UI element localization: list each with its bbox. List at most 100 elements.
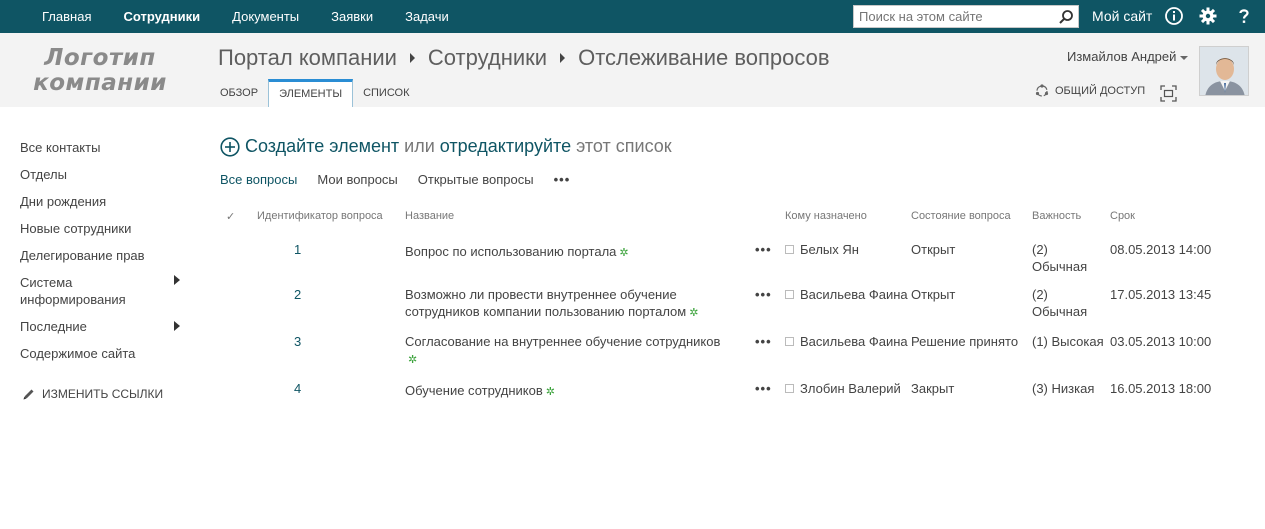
assigned-to[interactable]: Белых Ян — [800, 242, 859, 257]
view-selector: Все вопросы Мои вопросы Открытые вопросы… — [220, 172, 590, 187]
breadcrumb-separator-icon — [409, 53, 415, 63]
chevron-right-icon[interactable] — [174, 275, 180, 285]
view-all-issues[interactable]: Все вопросы — [220, 172, 297, 187]
edit-links-button[interactable]: ИЗМЕНИТЬ ССЫЛКИ — [22, 387, 163, 401]
assigned-to[interactable]: Злобин Валерий — [800, 381, 901, 396]
company-logo[interactable]: Логотип компании — [30, 46, 170, 96]
select-all-check-icon[interactable]: ✓ — [220, 208, 257, 228]
issue-id[interactable]: 3 — [257, 334, 301, 349]
table-row[interactable]: 1 Вопрос по использованию портала ✲ ••• Б… — [220, 228, 1220, 275]
issue-title[interactable]: Возможно ли провести внутреннее обучение… — [405, 287, 686, 319]
quick-launch: Все контакты Отделы Дни рождения Новые с… — [20, 139, 190, 372]
issue-status: Закрыт — [911, 381, 955, 396]
issue-id[interactable]: 4 — [257, 381, 301, 396]
more-views-icon[interactable]: ••• — [554, 172, 571, 187]
issue-priority: (1) Высокая — [1032, 334, 1104, 349]
top-nav-item-employees[interactable]: Сотрудники — [107, 9, 216, 24]
issue-id[interactable]: 2 — [257, 287, 301, 302]
help-icon[interactable] — [1234, 6, 1254, 26]
assigned-to[interactable]: Васильева Фаина — [800, 334, 908, 349]
top-nav-item-tasks[interactable]: Задачи — [389, 9, 465, 24]
focus-mode-icon[interactable] — [1160, 85, 1177, 102]
issue-title[interactable]: Вопрос по использованию портала — [405, 244, 616, 259]
new-item-link[interactable]: Создайте элемент — [245, 136, 399, 157]
pencil-icon — [23, 389, 34, 399]
share-button[interactable]: ОБЩИЙ ДОСТУП — [1035, 84, 1145, 98]
nav-item-recent[interactable]: Последние — [20, 318, 190, 335]
new-item-icon: ✲ — [689, 307, 699, 319]
nav-item-all-contacts[interactable]: Все контакты — [20, 139, 190, 156]
column-header-priority[interactable]: Важность — [1032, 208, 1110, 228]
list-text: этот список — [576, 136, 672, 156]
avatar[interactable] — [1199, 46, 1249, 96]
breadcrumb-employees[interactable]: Сотрудники — [428, 45, 547, 71]
nav-item-new-employees[interactable]: Новые сотрудники — [20, 220, 190, 237]
new-item-icon: ✲ — [545, 386, 555, 398]
issue-priority: (3) Низкая — [1032, 381, 1095, 396]
presence-icon — [785, 384, 794, 394]
issue-title[interactable]: Согласование на внутреннее обучение сотр… — [405, 334, 720, 349]
top-nav-item-home[interactable]: Главная — [26, 9, 107, 24]
chevron-right-icon[interactable] — [174, 321, 180, 331]
row-menu-icon[interactable]: ••• — [755, 287, 772, 302]
issue-due: 16.05.2013 18:00 — [1110, 381, 1212, 396]
table-row[interactable]: 4 Обучение сотрудников ✲ ••• Злобин Валер… — [220, 369, 1220, 401]
share-label: ОБЩИЙ ДОСТУП — [1055, 85, 1146, 97]
tab-list[interactable]: СПИСОК — [353, 79, 419, 107]
issue-priority: (2) Обычная — [1032, 287, 1088, 319]
my-site-link[interactable]: Мой сайт — [1092, 8, 1152, 24]
row-menu-icon[interactable]: ••• — [755, 381, 772, 396]
issue-status: Решение принято — [911, 334, 1019, 349]
column-header-due[interactable]: Срок — [1110, 208, 1220, 228]
issue-due: 17.05.2013 13:45 — [1110, 287, 1212, 302]
new-item-bar: Создайте элемент или отредактируйте этот… — [220, 136, 677, 157]
nav-item-site-contents[interactable]: Содержимое сайта — [20, 345, 190, 362]
add-circle-icon[interactable] — [220, 136, 240, 157]
column-header-title[interactable]: Название — [405, 208, 755, 228]
nav-item-information-system[interactable]: Система информирования — [20, 274, 180, 308]
gear-icon[interactable] — [1198, 6, 1218, 26]
issue-status: Открыт — [911, 287, 956, 302]
view-open-issues[interactable]: Открытые вопросы — [418, 172, 534, 187]
nav-item-delegation[interactable]: Делегирование прав — [20, 247, 190, 264]
breadcrumb-portal[interactable]: Портал компании — [218, 45, 397, 71]
assigned-to[interactable]: Васильева Фаина — [800, 287, 908, 302]
tab-overview[interactable]: ОБЗОР — [210, 79, 268, 107]
issue-status: Открыт — [911, 242, 956, 257]
presence-icon — [785, 245, 794, 255]
issue-priority: (2) Обычная — [1032, 242, 1088, 274]
issue-title[interactable]: Обучение сотрудников — [405, 383, 543, 398]
view-my-issues[interactable]: Мои вопросы — [317, 172, 397, 187]
user-name: Измайлов Андрей — [1067, 49, 1177, 64]
user-menu[interactable]: Измайлов Андрей — [1067, 49, 1189, 64]
column-header-status[interactable]: Состояние вопроса — [911, 208, 1032, 228]
column-header-id[interactable]: Идентификатор вопроса — [257, 208, 405, 228]
top-nav-item-documents[interactable]: Документы — [216, 9, 315, 24]
top-nav-item-requests[interactable]: Заявки — [315, 9, 389, 24]
issue-id[interactable]: 1 — [257, 242, 301, 257]
tab-items[interactable]: ЭЛЕМЕНТЫ — [268, 79, 354, 107]
table-header-row: ✓ Идентификатор вопроса Название Кому на… — [220, 208, 1220, 228]
column-header-assigned[interactable]: Кому назначено — [785, 208, 911, 228]
page-title: Отслеживание вопросов — [578, 45, 830, 70]
or-text: или — [404, 136, 435, 156]
nav-item-departments[interactable]: Отделы — [20, 166, 190, 183]
table-row[interactable]: 3 Согласование на внутреннее обучение со… — [220, 322, 1220, 369]
user-photo-icon — [1200, 47, 1248, 95]
edit-list-link[interactable]: отредактируйте — [440, 136, 571, 157]
table-row[interactable]: 2 Возможно ли провести внутреннее обучен… — [220, 275, 1220, 322]
presence-icon — [785, 290, 794, 300]
site-header: Логотип компании Портал компании Сотрудн… — [0, 33, 1265, 107]
new-item-icon: ✲ — [619, 247, 629, 259]
search-input[interactable] — [854, 6, 1054, 27]
row-menu-icon[interactable]: ••• — [755, 242, 772, 257]
top-nav: Главная Сотрудники Документы Заявки Зада… — [26, 0, 465, 33]
breadcrumb: Портал компании Сотрудники Отслеживание … — [218, 45, 830, 71]
search-icon[interactable] — [1058, 9, 1074, 25]
breadcrumb-separator-icon — [560, 53, 566, 63]
row-menu-icon[interactable]: ••• — [755, 334, 772, 349]
nav-item-birthdays[interactable]: Дни рождения — [20, 193, 190, 210]
info-icon[interactable] — [1164, 6, 1184, 26]
share-icon — [1035, 84, 1049, 97]
chevron-down-icon — [1180, 55, 1189, 60]
